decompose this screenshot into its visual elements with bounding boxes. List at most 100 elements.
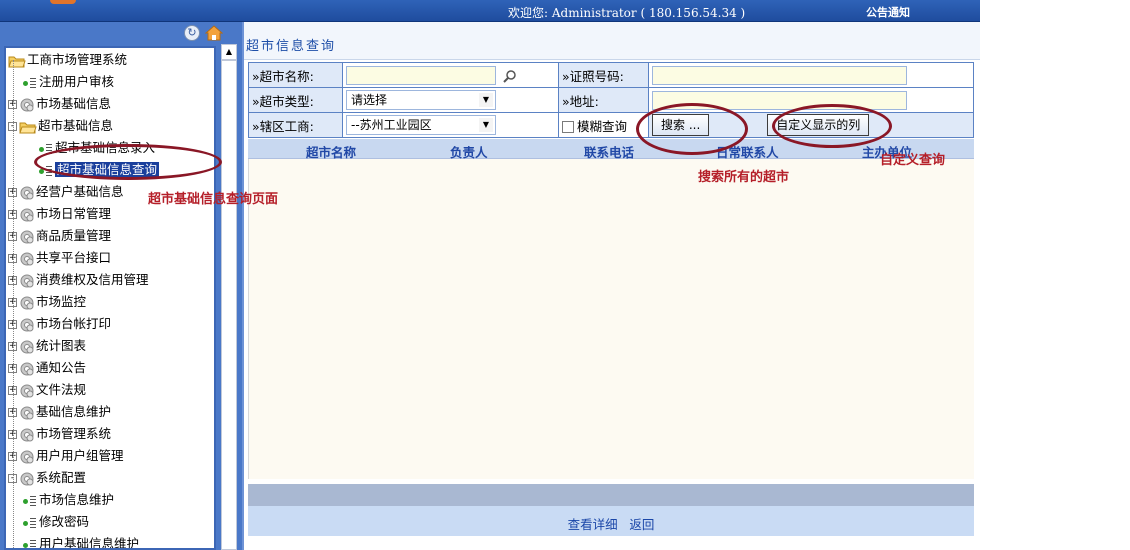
tree-item-label: 用户基础信息维护	[39, 536, 140, 550]
home-icon[interactable]	[205, 24, 223, 42]
tree-item[interactable]: + 市场日常管理	[8, 204, 111, 224]
gear-icon	[19, 294, 36, 309]
gear-icon	[19, 382, 36, 397]
tree-item[interactable]: + 文件法规	[8, 380, 86, 400]
tree-item-label: 工商市场管理系统	[27, 52, 128, 67]
supermarket-name-input[interactable]	[346, 65, 496, 85]
tree-item-label: 统计图表	[36, 338, 87, 353]
results-table-footer	[248, 484, 974, 506]
leaf-doc-icon	[22, 539, 38, 548]
tree-item-label: 市场管理系统	[36, 426, 112, 441]
tree-item[interactable]: + 基础信息维护	[8, 402, 111, 422]
tree-item-label: 商品质量管理	[36, 228, 112, 243]
tree-item[interactable]: - 超市基础信息	[8, 116, 113, 136]
tree-item-label: 注册用户审核	[39, 74, 115, 89]
district-selected-value: --苏州工业园区	[351, 118, 432, 132]
back-link[interactable]: 返回	[629, 514, 654, 533]
tree-item-label: 超市基础信息	[38, 118, 114, 133]
name-cell	[342, 62, 559, 88]
tree-item-label: 共享平台接口	[36, 250, 112, 265]
search-icon[interactable]	[503, 69, 517, 83]
tree-item[interactable]: + 商品质量管理	[8, 226, 111, 246]
tree-item[interactable]: + 市场管理系统	[8, 424, 111, 444]
sidebar-toolbar: ↻	[0, 22, 242, 44]
top-bar: 欢迎您: Administrator ( 180.156.54.34 ) 公告通…	[0, 0, 980, 22]
chevron-down-icon[interactable]: ▼	[479, 118, 493, 132]
fuzzy-cell: 模糊查询	[558, 112, 649, 138]
gear-icon	[19, 96, 36, 111]
district-select[interactable]: --苏州工业园区 ▼	[346, 115, 496, 135]
page-title: 超市信息查询	[246, 39, 337, 54]
gear-icon	[19, 338, 36, 353]
tree-item[interactable]: + 统计图表	[8, 336, 86, 356]
scroll-up-arrow-icon[interactable]: ▲	[221, 44, 237, 60]
tree-item[interactable]: + 经营户基础信息	[8, 182, 124, 202]
annotation-ellipse-search-button	[636, 103, 748, 155]
fuzzy-search-label: 模糊查询	[577, 118, 628, 134]
gear-icon	[19, 272, 36, 287]
tree-item-label: 文件法规	[36, 382, 87, 397]
supermarket-type-select[interactable]: 请选择 ▼	[346, 90, 496, 110]
leaf-doc-icon	[22, 517, 38, 529]
tree-item[interactable]: 用户基础信息维护	[22, 534, 140, 550]
tree-item[interactable]: 修改密码	[22, 512, 89, 532]
tree-item[interactable]: + 市场基础信息	[8, 94, 111, 114]
tree-item-label: 市场信息维护	[39, 492, 115, 507]
tree-item[interactable]: + 用户用户组管理	[8, 446, 124, 466]
tree-item[interactable]: + 市场监控	[8, 292, 86, 312]
sidebar: ↻ 工商市场管理系统 注册用户审核 + 市场基础信息 - 超市基础信息 超市基础信息录入 超市…	[0, 22, 242, 550]
tree-item-label: 市场台帐打印	[36, 316, 112, 331]
view-detail-link[interactable]: 查看详细	[568, 514, 618, 533]
gear-icon	[19, 360, 36, 375]
gear-icon	[19, 316, 36, 331]
tree-item-label: 修改密码	[39, 514, 90, 529]
refresh-icon[interactable]: ↻	[184, 25, 200, 41]
tree-item[interactable]: + 共享平台接口	[8, 248, 111, 268]
annotation-search-note: 搜索所有的超市	[698, 170, 790, 185]
tree-item-label: 市场日常管理	[36, 206, 112, 221]
annotation-custom-note: 自定义查询	[880, 153, 946, 168]
type-selected-value: 请选择	[351, 93, 388, 107]
sidebar-scrollbar-thumb[interactable]	[221, 60, 237, 550]
district-label: »辖区工商:	[248, 112, 343, 138]
tree-item[interactable]: + 通知公告	[8, 358, 86, 378]
fuzzy-search-checkbox[interactable]	[562, 121, 574, 133]
logo-icon	[50, 0, 76, 4]
district-cell: --苏州工业园区 ▼	[342, 112, 559, 138]
license-label: »证照号码:	[558, 62, 649, 88]
notice-link[interactable]: 公告通知	[866, 4, 910, 20]
tree-item-label: 基础信息维护	[36, 404, 112, 419]
gear-icon	[19, 448, 36, 463]
tree-item[interactable]: 工商市场管理系统	[8, 50, 127, 70]
gear-icon	[19, 184, 36, 199]
tree-item-label: 系统配置	[36, 470, 87, 485]
tree-item[interactable]: 注册用户审核	[22, 72, 114, 92]
folder-open-icon	[19, 118, 38, 133]
address-label: »地址:	[558, 87, 649, 113]
tree-item[interactable]: - 系统配置	[8, 468, 86, 488]
annotation-ellipse-custom-columns	[772, 104, 892, 148]
chevron-down-icon[interactable]: ▼	[479, 93, 493, 107]
type-label: »超市类型:	[248, 87, 343, 113]
folder-open-icon	[8, 52, 27, 67]
action-bar: 查看详细 返回	[248, 506, 974, 536]
annotation-ellipse-selected-item	[34, 144, 222, 180]
leaf-doc-icon	[22, 495, 38, 507]
welcome-text: 欢迎您: Administrator ( 180.156.54.34 )	[508, 6, 746, 20]
gear-icon	[19, 470, 36, 485]
tree-item[interactable]: + 市场台帐打印	[8, 314, 111, 334]
license-cell	[648, 62, 974, 88]
tree-item-label: 经营户基础信息	[36, 184, 124, 199]
tree-item-label: 通知公告	[36, 360, 87, 375]
tree-item-label: 用户用户组管理	[36, 448, 124, 463]
license-number-input[interactable]	[652, 65, 907, 85]
tree-item[interactable]: + 消费维权及信用管理	[8, 270, 149, 290]
tree-item-label: 市场基础信息	[36, 96, 112, 111]
tree-item[interactable]: 市场信息维护	[22, 490, 114, 510]
type-cell: 请选择 ▼	[342, 87, 559, 113]
gear-icon	[19, 426, 36, 441]
tree-item-label: 消费维权及信用管理	[36, 272, 149, 287]
gear-icon	[19, 206, 36, 221]
main-content: 超市信息查询 »超市名称: »证照号码: »超市类型: 请选择 ▼ »地址: »…	[244, 22, 980, 550]
tree-guide-line	[13, 60, 14, 548]
